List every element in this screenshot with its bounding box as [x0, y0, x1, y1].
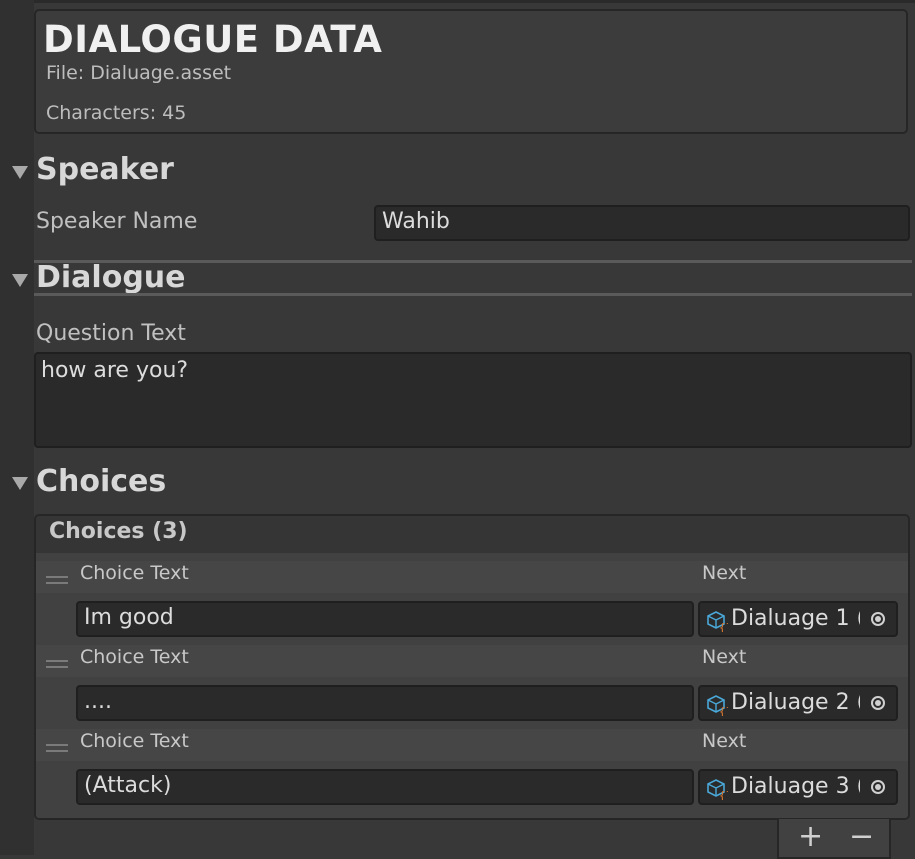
object-picker-icon[interactable] — [860, 687, 896, 719]
section-title-speaker[interactable]: Speaker — [36, 152, 174, 187]
next-label: Next — [702, 730, 747, 752]
triangle-down-icon[interactable] — [12, 274, 28, 287]
question-text-area[interactable]: how are you? — [34, 352, 912, 448]
scriptable-object-icon: {} — [707, 779, 728, 800]
next-dialogue-object-field[interactable]: {} Dialuage 2 ( — [698, 685, 898, 721]
choice-text-input[interactable]: Im good — [76, 601, 694, 637]
svg-text:{}: {} — [719, 621, 728, 632]
next-label: Next — [702, 646, 747, 668]
section-separator-bottom — [34, 293, 912, 296]
speaker-name-label: Speaker Name — [36, 209, 198, 234]
triangle-down-icon[interactable] — [12, 166, 28, 179]
header-title: DIALOGUE DATA — [43, 18, 383, 61]
header-file-name: File: Dialuage.asset — [46, 62, 232, 84]
header-character-count: Characters: 45 — [46, 102, 187, 124]
choice-text-label: Choice Text — [80, 730, 189, 752]
add-item-button[interactable]: + — [798, 822, 823, 852]
section-title-dialogue[interactable]: Dialogue — [36, 260, 186, 295]
scriptable-object-icon: {} — [707, 611, 728, 632]
choices-list-header-label: Choices (3) — [49, 519, 188, 544]
svg-text:{}: {} — [719, 705, 728, 716]
remove-item-button[interactable]: − — [849, 822, 874, 852]
next-dialogue-value: Dialuage 1 ( — [731, 606, 866, 631]
top-border — [0, 0, 915, 3]
choice-text-label: Choice Text — [80, 646, 189, 668]
drag-handle-icon[interactable] — [46, 576, 68, 584]
section-title-choices[interactable]: Choices — [36, 464, 166, 499]
choice-text-input[interactable]: (Attack) — [76, 769, 694, 805]
next-dialogue-object-field[interactable]: {} Dialuage 3 ( — [698, 769, 898, 805]
svg-text:{}: {} — [719, 789, 728, 800]
next-dialogue-object-field[interactable]: {} Dialuage 1 ( — [698, 601, 898, 637]
choice-text-label: Choice Text — [80, 562, 189, 584]
next-dialogue-value: Dialuage 3 ( — [731, 774, 866, 799]
next-dialogue-value: Dialuage 2 ( — [731, 690, 866, 715]
scriptable-object-icon: {} — [707, 695, 728, 716]
left-gutter — [0, 0, 34, 855]
choice-text-input[interactable]: .... — [76, 685, 694, 721]
object-picker-icon[interactable] — [860, 603, 896, 635]
object-picker-icon[interactable] — [860, 771, 896, 803]
drag-handle-icon[interactable] — [46, 744, 68, 752]
question-text-label: Question Text — [36, 321, 186, 346]
next-label: Next — [702, 562, 747, 584]
speaker-name-input[interactable]: Wahib — [374, 205, 910, 241]
drag-handle-icon[interactable] — [46, 660, 68, 668]
triangle-down-icon[interactable] — [12, 477, 28, 490]
